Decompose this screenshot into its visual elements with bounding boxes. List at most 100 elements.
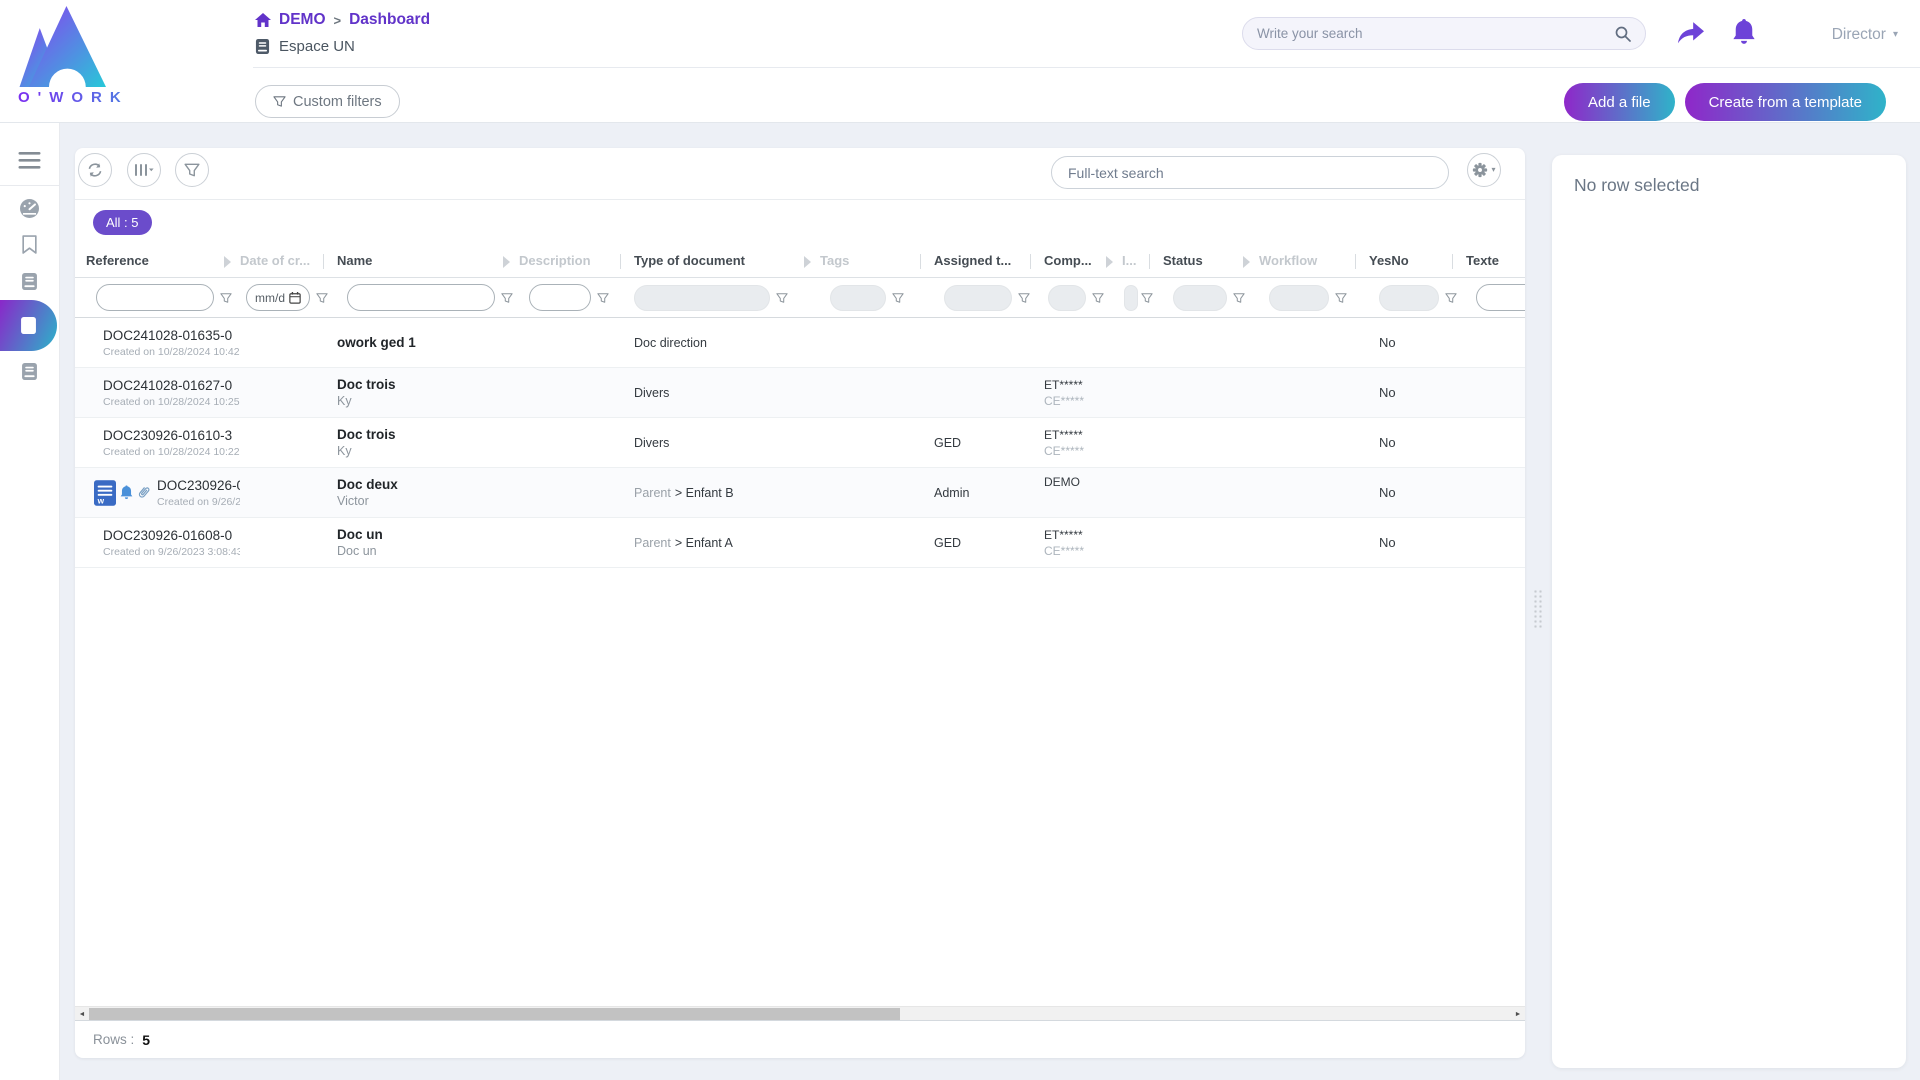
column-header-reference[interactable]: Reference [86, 253, 240, 268]
column-header-type[interactable]: Type of document [634, 253, 820, 268]
company-filter-disabled [1048, 285, 1086, 311]
columns-button[interactable] [127, 153, 161, 187]
funnel-icon[interactable] [1141, 292, 1153, 304]
funnel-icon[interactable] [316, 292, 328, 304]
filter-cell-reference [86, 284, 240, 311]
table-row[interactable]: DOC241028-01635-0 Created on 10/28/2024 … [75, 318, 1525, 368]
create-template-button[interactable]: Create from a template [1685, 83, 1886, 121]
document-reference: DOC241028-01635-0 [103, 328, 240, 343]
yesno-value: No [1369, 385, 1466, 400]
space-name: Espace UN [279, 38, 355, 55]
tab-all-badge[interactable]: All : 5 [93, 210, 152, 235]
company-main: DEMO [1044, 475, 1122, 489]
table-footer: Rows : 5 [75, 1020, 1525, 1058]
funnel-icon[interactable] [1445, 292, 1457, 304]
funnel-icon[interactable] [597, 292, 609, 304]
app-page: O'WORK DEMO > Dashboard Espace UN Custom… [0, 0, 1920, 1080]
scroll-right-arrow-icon[interactable]: ► [1511, 1007, 1525, 1021]
description-filter-input[interactable] [529, 284, 591, 311]
document-name: owork ged 1 [337, 335, 519, 350]
column-header-workflow[interactable]: Workflow [1259, 253, 1369, 268]
yesno-value: No [1369, 485, 1466, 500]
funnel-icon[interactable] [1092, 292, 1104, 304]
i-filter-disabled [1124, 285, 1138, 311]
column-header-description[interactable]: Description [519, 253, 634, 268]
filter-cell-tags [820, 285, 934, 311]
filter-cell-texte [1466, 284, 1525, 311]
horizontal-scrollbar[interactable]: ◄ ► [75, 1006, 1525, 1020]
funnel-icon[interactable] [220, 292, 232, 304]
assigned-to: GED [934, 436, 1044, 450]
document-reference: DOC241028-01627-0 [103, 378, 240, 393]
user-role-menu[interactable]: Director ▾ [1832, 26, 1898, 44]
left-sidebar [0, 123, 60, 1080]
home-icon[interactable] [255, 13, 271, 27]
date-filter-input[interactable]: mm/d [246, 284, 310, 311]
assigned-filter-disabled [944, 285, 1012, 311]
table-settings-button[interactable]: ▾ [1467, 153, 1501, 187]
reference-filter-input[interactable] [96, 284, 214, 311]
column-header-texte[interactable]: Texte [1466, 253, 1525, 268]
filter-cell-workflow [1259, 285, 1369, 311]
menu-burger-icon[interactable] [18, 152, 41, 169]
funnel-icon[interactable] [892, 292, 904, 304]
funnel-icon[interactable] [501, 292, 513, 304]
funnel-icon[interactable] [1233, 292, 1245, 304]
breadcrumb-current[interactable]: Dashboard [349, 11, 430, 29]
filter-cell-status [1163, 285, 1259, 311]
document-name: Doc trois [337, 427, 519, 442]
document-name: Doc deux [337, 477, 519, 492]
scrollbar-thumb[interactable] [89, 1008, 900, 1020]
yesno-filter-disabled [1379, 285, 1439, 311]
document-created: Created on 10/28/2024 10:42:50 PM [103, 346, 240, 358]
app-logo[interactable]: O'WORK [14, 6, 224, 106]
sidebar-item-archive[interactable] [0, 353, 59, 389]
filter-button[interactable] [175, 153, 209, 187]
filter-cell-i [1122, 285, 1163, 311]
column-header-name[interactable]: Name [337, 253, 519, 268]
fulltext-search-input[interactable] [1051, 156, 1449, 189]
table-row[interactable]: DOC230926-01608-0 Created on 9/26/2023 3… [75, 518, 1525, 568]
column-header-i[interactable]: I... [1122, 253, 1163, 268]
share-icon[interactable] [1678, 22, 1704, 46]
table-row[interactable]: DOC230926-01609-0 Created on 9/26/2023 3… [75, 468, 1525, 518]
sidebar-item-documents[interactable] [0, 263, 59, 299]
company-main: ET***** [1044, 428, 1122, 442]
document-name-sub: Doc un [337, 544, 519, 558]
document-type-parent: Parent [634, 536, 671, 550]
column-header-assigned[interactable]: Assigned t... [934, 253, 1044, 268]
gauge-icon [20, 199, 39, 218]
global-search-input[interactable] [1257, 26, 1615, 41]
table-row[interactable]: DOC230926-01610-3 Created on 10/28/2024 … [75, 418, 1525, 468]
funnel-icon[interactable] [1018, 292, 1030, 304]
panel-resize-handle[interactable] [1533, 589, 1543, 629]
document-type: Divers [634, 436, 669, 450]
top-header: O'WORK DEMO > Dashboard Espace UN Custom… [0, 0, 1920, 123]
mountain-logo-icon [14, 6, 106, 87]
table-row[interactable]: DOC241028-01627-0 Created on 10/28/2024 … [75, 368, 1525, 418]
sidebar-item-bookmarks[interactable] [0, 226, 59, 262]
filter-funnel-icon [273, 95, 286, 108]
calendar-icon[interactable] [289, 292, 301, 304]
add-file-button[interactable]: Add a file [1564, 83, 1675, 121]
filter-tabs-row: All : 5 [75, 200, 1525, 244]
document-name-sub: Ky [337, 444, 519, 458]
paperclip-icon [134, 483, 154, 503]
sidebar-item-ged-active[interactable] [0, 300, 57, 351]
column-header-tags[interactable]: Tags [820, 253, 934, 268]
breadcrumb-root[interactable]: DEMO [279, 11, 326, 29]
book-icon [21, 363, 38, 380]
scroll-left-arrow-icon[interactable]: ◄ [75, 1007, 89, 1021]
texte-filter-input[interactable] [1476, 284, 1525, 311]
funnel-icon[interactable] [776, 292, 788, 304]
document-type: > Enfant A [675, 536, 733, 550]
primary-actions: Add a file Create from a template [1564, 83, 1886, 121]
notifications-bell-icon[interactable] [1732, 19, 1756, 45]
funnel-icon[interactable] [1335, 292, 1347, 304]
sidebar-item-dashboard[interactable] [0, 190, 59, 226]
search-icon[interactable] [1615, 26, 1631, 42]
refresh-button[interactable] [78, 153, 112, 187]
document-name-sub: Ky [337, 394, 519, 408]
name-filter-input[interactable] [347, 284, 495, 311]
custom-filters-button[interactable]: Custom filters [255, 85, 400, 118]
